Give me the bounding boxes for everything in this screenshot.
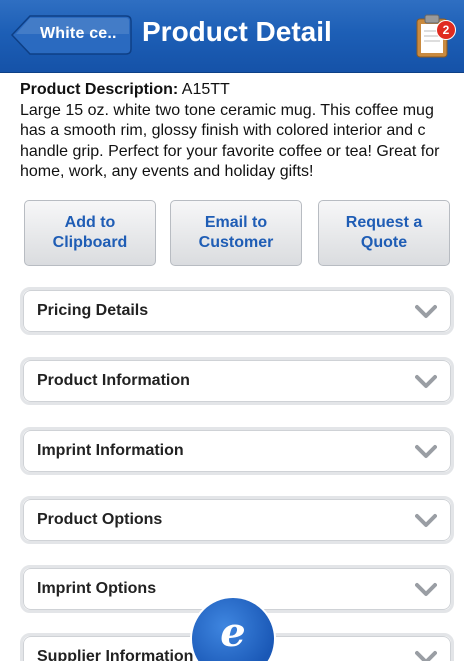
section-product-information[interactable]: Product Information bbox=[20, 357, 454, 405]
back-button[interactable]: White ce.. bbox=[10, 15, 132, 55]
back-button-label: White ce.. bbox=[40, 25, 117, 42]
section-imprint-information[interactable]: Imprint Information bbox=[20, 427, 454, 475]
section-label: Product Options bbox=[37, 511, 163, 528]
chevron-down-icon bbox=[415, 445, 437, 458]
section-label: Product Information bbox=[37, 372, 190, 389]
chevron-down-icon bbox=[415, 583, 437, 596]
section-label: Imprint Options bbox=[37, 580, 157, 597]
section-pricing-details[interactable]: Pricing Details bbox=[20, 287, 454, 335]
section-label: Pricing Details bbox=[37, 302, 149, 319]
email-to-customer-button[interactable]: Email to Customer bbox=[170, 200, 302, 266]
add-to-clipboard-button[interactable]: Add to Clipboard bbox=[24, 200, 156, 266]
page-title: Product Detail bbox=[142, 16, 332, 47]
section-product-options[interactable]: Product Options bbox=[20, 496, 454, 544]
chevron-down-icon bbox=[415, 375, 437, 388]
app-frame: White ce.. Product Detail 2 Product Desc… bbox=[0, 0, 464, 661]
action-buttons: Add to Clipboard Email to Customer Reque… bbox=[24, 200, 452, 266]
clipboard-count-badge: 2 bbox=[436, 20, 456, 40]
section-label: Imprint Information bbox=[37, 442, 184, 459]
chevron-down-icon bbox=[415, 651, 437, 661]
product-code: A15TT bbox=[181, 81, 230, 98]
chevron-down-icon bbox=[415, 514, 437, 527]
request-quote-button[interactable]: Request a Quote bbox=[318, 200, 450, 266]
description-text: Large 15 oz. white two tone ceramic mug.… bbox=[20, 101, 440, 181]
header-bar: White ce.. Product Detail 2 bbox=[0, 0, 464, 73]
chevron-down-icon bbox=[415, 305, 437, 318]
description-label: Product Description: bbox=[20, 81, 179, 98]
product-description: Product Description: A15TT Large 15 oz. … bbox=[20, 80, 452, 183]
section-label: Supplier Information bbox=[37, 648, 194, 661]
